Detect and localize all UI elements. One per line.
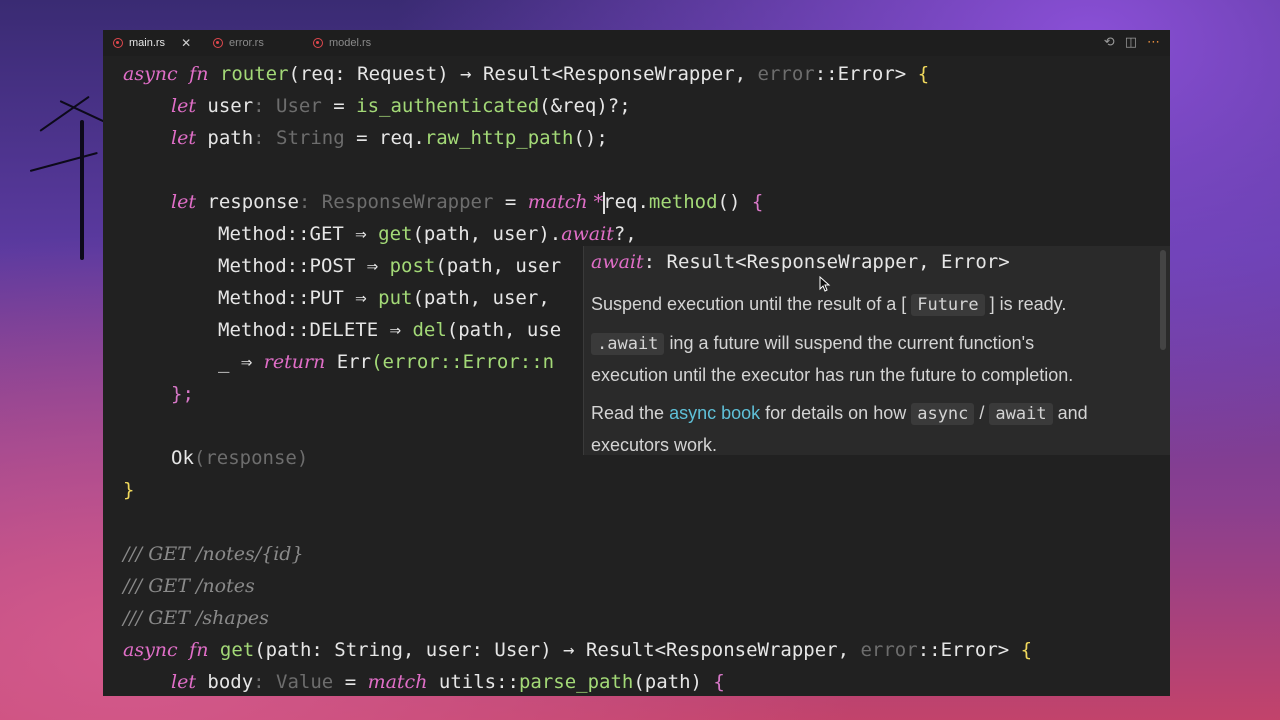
- hover-doc-popup[interactable]: await: Result<ResponseWrapper, Error> Su…: [583, 246, 1170, 455]
- tab-error-rs[interactable]: error.rs: [213, 30, 264, 56]
- tab-actions: ⟲ ◫ ⋯: [1104, 35, 1160, 50]
- popup-paragraph: Read the async book for details on how a…: [591, 403, 1088, 425]
- code-line: let path: String = req.raw_http_path();: [171, 127, 608, 149]
- code-line: let body: Value = match utils::parse_pat…: [171, 671, 725, 693]
- popup-signature: await: Result<ResponseWrapper, Error>: [591, 251, 1010, 273]
- popup-paragraph: executors work.: [591, 435, 718, 455]
- more-icon[interactable]: ⋯: [1147, 35, 1160, 50]
- background-tree: [0, 60, 110, 260]
- code-line: Method::GET ⇒ get(path, user).await?,: [218, 223, 637, 245]
- rust-file-icon: [213, 38, 223, 48]
- code-line: /// GET /notes: [123, 575, 255, 597]
- code-line: /// GET /notes/{id}: [123, 543, 304, 565]
- code-line: Method::PUT ⇒ put(path, user,: [218, 287, 550, 309]
- split-editor-icon[interactable]: ◫: [1125, 35, 1137, 50]
- code-line: Ok(response): [171, 447, 309, 469]
- tab-bar: main.rs ✕ error.rs model.rs ⟲ ◫ ⋯: [103, 30, 1170, 56]
- rust-file-icon: [113, 38, 123, 48]
- tab-label: error.rs: [229, 37, 264, 49]
- popup-paragraph: execution until the executor has run the…: [591, 365, 1074, 385]
- code-line: }: [123, 479, 135, 501]
- code-line: let response: ResponseWrapper = match *r…: [171, 191, 764, 214]
- popup-paragraph: Suspend execution until the result of a …: [591, 294, 1067, 316]
- popup-paragraph: .await ing a future will suspend the cur…: [591, 333, 1034, 355]
- code-line: let user: User = is_authenticated(&req)?…: [171, 95, 631, 117]
- close-icon[interactable]: ✕: [181, 36, 191, 50]
- code-line: };: [171, 383, 194, 405]
- code-line: /// GET /shapes: [123, 607, 269, 629]
- popup-scrollbar[interactable]: [1160, 250, 1166, 350]
- tab-label: main.rs: [129, 37, 166, 49]
- code-line: async fn get(path: String, user: User) →…: [123, 639, 1033, 661]
- code-line: Method::POST ⇒ post(path, user: [218, 255, 562, 277]
- history-icon[interactable]: ⟲: [1104, 35, 1115, 50]
- code-line: _ ⇒ return Err(error::Error::n: [218, 351, 555, 373]
- tab-label: model.rs: [329, 37, 372, 49]
- tab-main-rs[interactable]: main.rs ✕: [113, 30, 191, 56]
- code-line: async fn router(req: Request) → Result<R…: [123, 63, 930, 85]
- editor-window: main.rs ✕ error.rs model.rs ⟲ ◫ ⋯ async …: [103, 30, 1170, 696]
- code-line: Method::DELETE ⇒ del(path, use: [218, 319, 562, 341]
- rust-file-icon: [313, 38, 323, 48]
- tab-model-rs[interactable]: model.rs: [313, 30, 371, 56]
- mouse-pointer-icon: [819, 276, 831, 292]
- async-book-link[interactable]: async book: [669, 403, 760, 423]
